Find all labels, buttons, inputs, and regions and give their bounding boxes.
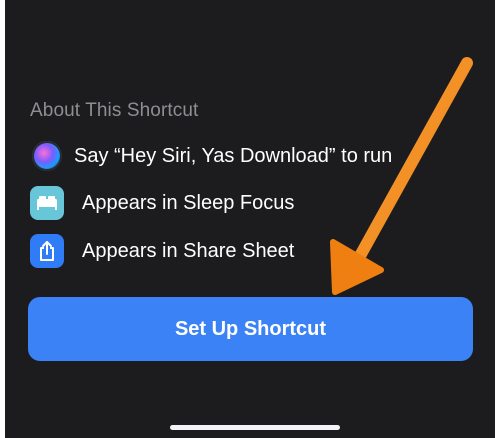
siri-icon [30,139,64,173]
screenshot-frame: About This Shortcut Say “Hey Siri, Yas D… [0,0,500,438]
set-up-shortcut-button[interactable]: Set Up Shortcut [28,297,473,361]
about-item-sleep-focus: Appears in Sleep Focus [30,186,294,220]
home-indicator [170,425,340,430]
section-title: About This Shortcut [30,100,199,121]
about-item-label: Appears in Share Sheet [82,239,295,262]
about-item-siri: Say “Hey Siri, Yas Download” to run [30,139,392,173]
about-item-share-sheet: Appears in Share Sheet [30,234,294,268]
share-icon [30,234,64,268]
siri-orb [32,141,62,171]
bed-icon [30,186,64,220]
about-item-label: Appears in Sleep Focus [82,191,295,214]
shortcut-sheet: About This Shortcut Say “Hey Siri, Yas D… [5,0,495,438]
about-item-label: Say “Hey Siri, Yas Download” to run [74,144,393,167]
